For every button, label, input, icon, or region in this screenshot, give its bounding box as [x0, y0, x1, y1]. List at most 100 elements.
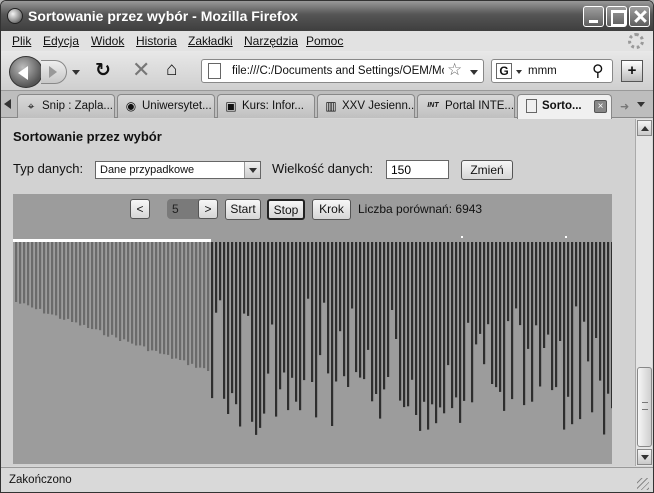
tab-list-icon[interactable]	[637, 102, 645, 107]
address-bar[interactable]: file:///C:/Documents and Settings/OEM/Mo…	[201, 59, 484, 83]
sort-bar	[231, 242, 234, 394]
tab-snip[interactable]: ⌖ Snip : Zapla...	[17, 94, 115, 118]
tab-label: Sorto...	[542, 100, 582, 112]
sort-bar	[571, 242, 574, 425]
scroll-down-icon[interactable]	[637, 449, 652, 465]
sort-bar	[583, 242, 586, 322]
sort-bar	[339, 242, 342, 332]
search-icon[interactable]: ⚲	[592, 61, 604, 81]
bars-chart	[13, 236, 612, 435]
sort-bar	[63, 242, 66, 320]
menu-pomoc[interactable]: Pomoc	[306, 34, 343, 48]
resize-grip-icon[interactable]	[637, 478, 649, 490]
sort-bar	[475, 242, 478, 345]
firefox-icon	[7, 8, 23, 24]
menu-narzedzia[interactable]: Narzędzia	[244, 34, 298, 48]
tab-sortowanie[interactable]: Sorto... ×	[517, 94, 612, 119]
close-tab-icon[interactable]: ×	[594, 100, 607, 113]
reload-icon[interactable]: ↻	[95, 61, 111, 81]
home-icon[interactable]: ⌂	[166, 60, 177, 80]
scroll-up-icon[interactable]	[637, 120, 652, 136]
sort-visualization: < 5 > Start Stop Krok Liczba porównań: 6…	[13, 194, 612, 464]
sort-bar	[171, 242, 174, 359]
search-bar[interactable]: G mmm ⚲	[491, 59, 613, 83]
sort-bar	[15, 242, 18, 302]
maximize-button[interactable]	[606, 6, 627, 27]
menu-edycja[interactable]: Edycja	[43, 34, 79, 48]
tab-kurs[interactable]: ▣ Kurs: Infor...	[217, 94, 315, 118]
menu-bar: Plik Edycja Widok Historia Zakładki Narz…	[1, 31, 653, 51]
tab-scroll-left-icon[interactable]	[4, 99, 11, 109]
sort-bar	[567, 242, 570, 397]
sort-bar	[563, 242, 566, 430]
sort-bar	[75, 242, 78, 323]
tab-portal[interactable]: INT Portal INTE...	[417, 94, 515, 118]
grip-icon	[642, 402, 648, 410]
data-size-input[interactable]	[386, 160, 449, 179]
sort-bar	[163, 242, 166, 355]
sort-bar	[375, 242, 378, 394]
menu-widok[interactable]: Widok	[91, 34, 124, 48]
sort-bar	[211, 242, 214, 399]
sort-bar	[447, 242, 450, 366]
sort-bar	[227, 242, 230, 414]
sort-bar	[523, 242, 526, 406]
data-size-label: Wielkość danych:	[272, 161, 374, 176]
back-button[interactable]	[9, 56, 43, 88]
chevron-down-icon[interactable]	[244, 162, 260, 178]
sort-bar	[431, 242, 434, 405]
sort-bar	[443, 242, 446, 414]
page-content: Sortowanie przez wybór Typ danych: Dane …	[1, 119, 635, 466]
sort-bar	[587, 242, 590, 362]
close-window-button[interactable]	[629, 6, 650, 27]
google-icon[interactable]: G	[496, 63, 512, 79]
tab-xxv[interactable]: ▥ XXV Jesienn...	[317, 94, 415, 118]
addon-icon[interactable]: +	[621, 60, 643, 82]
sort-bar	[235, 242, 238, 405]
sort-bar	[39, 242, 42, 309]
menu-plik[interactable]: Plik	[12, 34, 31, 48]
stop-loading-icon[interactable]: ✕	[132, 59, 150, 81]
sort-bar	[195, 242, 198, 368]
sort-bar	[147, 242, 150, 352]
sort-bar	[383, 242, 386, 390]
sort-bar	[543, 242, 546, 348]
data-type-select[interactable]: Dane przypadkowe	[95, 161, 261, 179]
sort-bar	[111, 242, 114, 335]
forward-button[interactable]	[41, 60, 67, 84]
search-input[interactable]: mmm	[528, 65, 557, 77]
sort-bar	[319, 242, 322, 356]
sort-bar	[103, 242, 106, 336]
sort-bar	[59, 242, 62, 319]
window-title: Sortowanie przez wybór - Mozilla Firefox	[28, 8, 298, 24]
change-button[interactable]: Zmień	[461, 160, 513, 180]
engine-dropdown-icon[interactable]	[516, 70, 522, 74]
tab-scroll-right-icon[interactable]: ➜	[620, 100, 629, 113]
sort-bar	[259, 242, 262, 428]
sort-bar	[471, 242, 474, 403]
sort-bar	[399, 242, 402, 401]
sort-bar	[323, 242, 326, 303]
scrollbar-thumb[interactable]	[637, 367, 652, 447]
sort-bar	[555, 242, 558, 388]
url-text[interactable]: file:///C:/Documents and Settings/OEM/Mo…	[232, 65, 444, 77]
history-dropdown-icon[interactable]	[72, 70, 80, 75]
sort-bar	[479, 242, 482, 334]
sort-bar	[23, 242, 26, 304]
sort-bar	[559, 242, 562, 341]
sort-bar	[499, 242, 502, 392]
minimize-button[interactable]	[583, 6, 604, 27]
sort-bar	[135, 242, 138, 346]
sort-bar	[303, 242, 306, 381]
sort-bar	[459, 242, 462, 423]
menu-historia[interactable]: Historia	[136, 34, 177, 48]
tab-uniwersytet[interactable]: ◉ Uniwersytet...	[117, 94, 215, 118]
vertical-scrollbar[interactable]	[635, 119, 652, 466]
url-dropdown-icon[interactable]	[470, 70, 478, 75]
menu-zakladki[interactable]: Zakładki	[188, 34, 233, 48]
book-icon: ▣	[225, 99, 237, 113]
sort-bar	[603, 242, 606, 435]
sort-bar	[263, 242, 266, 414]
bookmark-star-icon[interactable]: ☆	[447, 60, 462, 80]
data-type-label: Typ danych:	[13, 161, 84, 176]
